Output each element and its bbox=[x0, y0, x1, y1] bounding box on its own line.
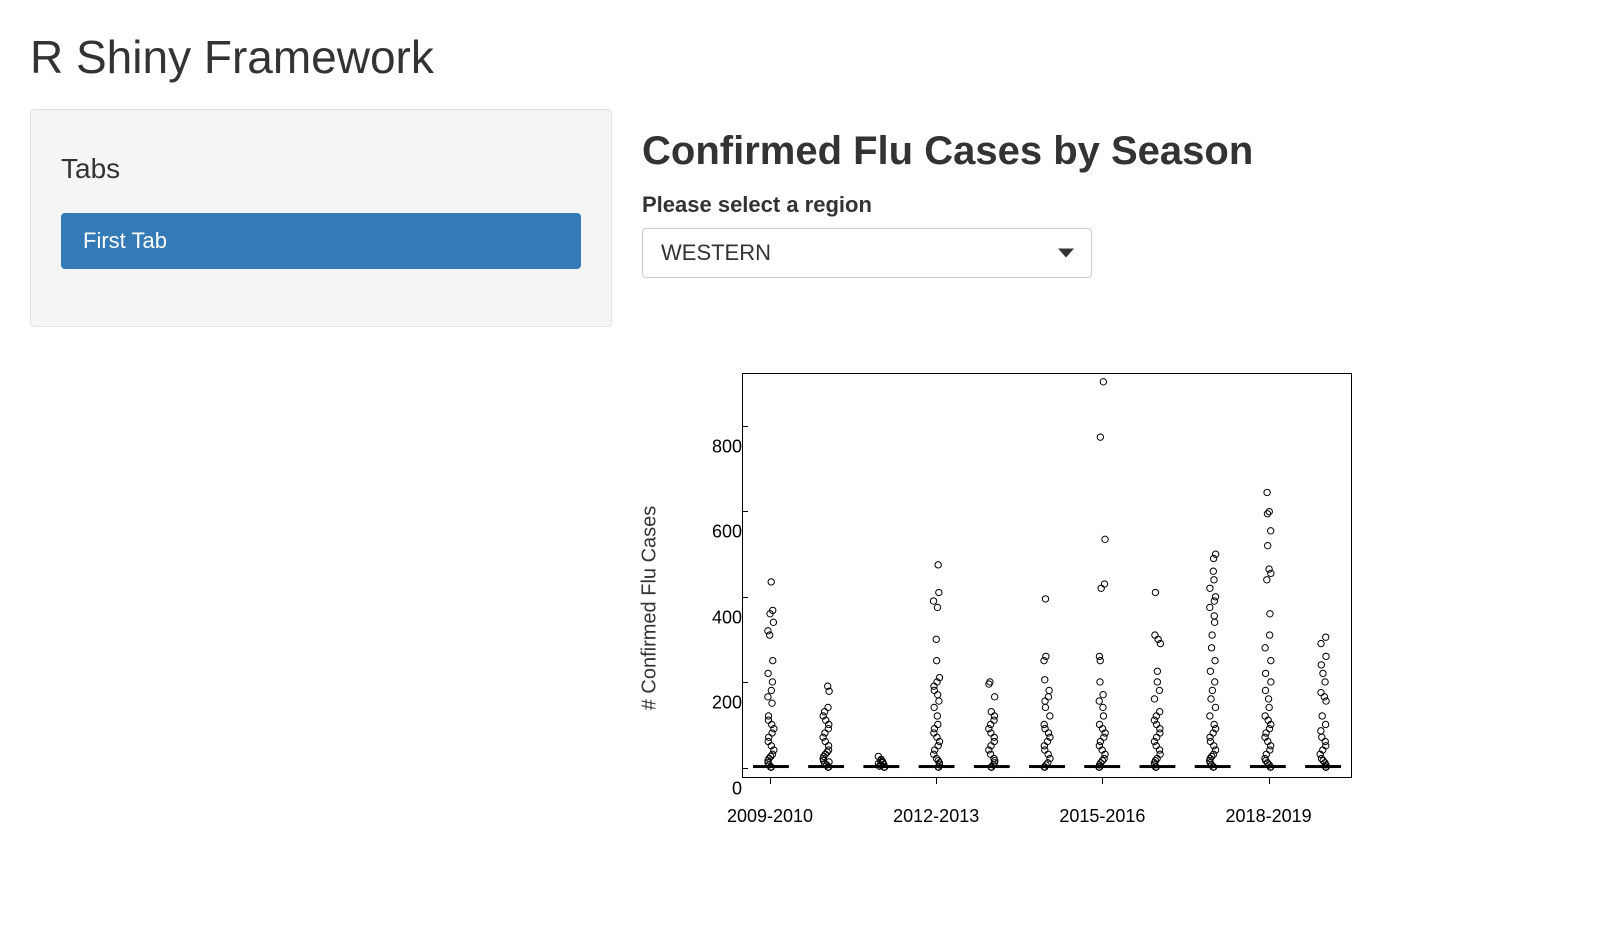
chart-plot: # Confirmed Flu Cases 0 200 400 600 800 2009… bbox=[642, 368, 1362, 848]
x-tick-label: 2012-2013 bbox=[893, 806, 979, 827]
y-tick-label: 600 bbox=[702, 522, 742, 543]
region-select[interactable]: WESTERN bbox=[642, 228, 1092, 278]
y-tick-label: 200 bbox=[702, 693, 742, 714]
sidebar-heading: Tabs bbox=[61, 153, 581, 185]
y-tick-label: 0 bbox=[702, 779, 742, 800]
y-tick-label: 400 bbox=[702, 607, 742, 628]
sidebar-panel: Tabs First Tab bbox=[30, 109, 612, 327]
x-tick-label: 2018-2019 bbox=[1226, 806, 1312, 827]
y-tick-label: 800 bbox=[702, 436, 742, 457]
main-panel: Confirmed Flu Cases by Season Please sel… bbox=[612, 109, 1570, 848]
plot-area bbox=[742, 373, 1352, 778]
x-tick-label: 2009-2010 bbox=[727, 806, 813, 827]
region-select-value[interactable]: WESTERN bbox=[642, 228, 1092, 278]
y-axis-label: # Confirmed Flu Cases bbox=[639, 506, 662, 711]
page-title: R Shiny Framework bbox=[30, 30, 1570, 84]
tab-first[interactable]: First Tab bbox=[61, 213, 581, 269]
tabs-nav: First Tab bbox=[61, 213, 581, 269]
x-tick-label: 2015-2016 bbox=[1059, 806, 1145, 827]
region-select-label: Please select a region bbox=[642, 192, 1570, 218]
chart-title: Confirmed Flu Cases by Season bbox=[642, 129, 1570, 174]
